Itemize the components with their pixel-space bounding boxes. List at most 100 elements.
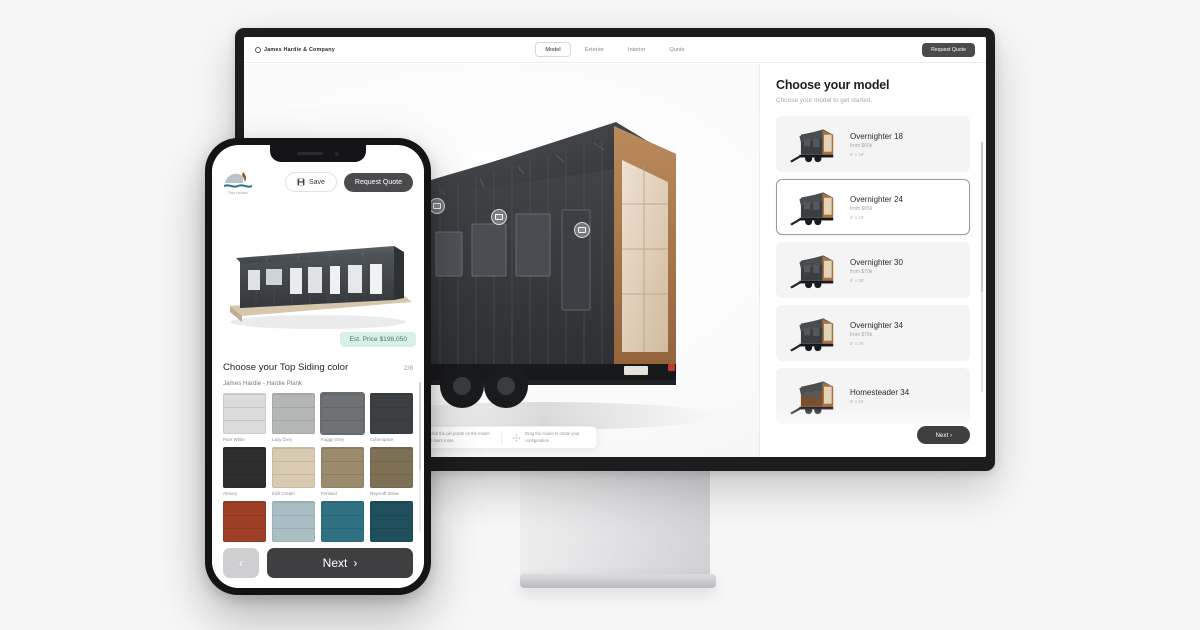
model-name: Overnighter 24: [850, 194, 903, 204]
swatch-pure-white[interactable]: Pure White: [223, 393, 266, 442]
model-dimensions: 8' x 18': [850, 151, 865, 157]
swatch-chip[interactable]: [321, 501, 364, 542]
save-button[interactable]: Save: [284, 172, 337, 192]
earpiece-speaker-icon: [297, 152, 323, 155]
model-card-overnighter-24[interactable]: Overnighter 24 from $65k 8' x 24': [776, 179, 970, 235]
swatch-armory[interactable]: Armory: [223, 447, 266, 496]
drag-icon: [512, 433, 520, 442]
model-card-homesteader-34[interactable]: Homesteader 34 8' x 34': [776, 368, 970, 424]
swatch-irish-cream[interactable]: Irish Cream: [272, 447, 315, 496]
desktop-brand-logo[interactable]: James Hardie & Company: [255, 47, 335, 53]
swatch-chip[interactable]: [370, 501, 413, 542]
hint-divider: [501, 431, 502, 444]
tiny-house-thumb-icon: [790, 255, 834, 289]
brand-mark-icon: [255, 46, 261, 53]
tab-quote[interactable]: Quote: [659, 42, 694, 57]
tiny-house-thumb-icon: [790, 192, 834, 226]
swatch-rust[interactable]: [223, 501, 266, 545]
swatch-teal[interactable]: [321, 501, 364, 545]
hotspot-window-mid[interactable]: [491, 209, 507, 225]
phone-screen: Tiny Homes Save Request Quote Est. Price…: [212, 145, 424, 588]
swatch-chip[interactable]: [370, 393, 413, 434]
tiny-house-thumb-icon: [790, 381, 834, 415]
swatch-foggy-grey[interactable]: Foggy Grey: [320, 392, 365, 442]
swatch-chip[interactable]: [321, 447, 364, 488]
phone-brand-logo[interactable]: Tiny Homes: [223, 170, 253, 195]
swatch-label: Pure White: [223, 437, 245, 442]
hotspot-door[interactable]: [574, 222, 590, 238]
swatch-lazy-grey[interactable]: Lazy Grey: [272, 393, 315, 442]
tab-interior[interactable]: Interior: [618, 42, 655, 57]
front-camera-icon: [335, 151, 339, 156]
swatch-dark-teal[interactable]: [370, 501, 413, 545]
model-dimensions: 8' x 24': [850, 214, 865, 220]
swatch-label: Cyberspace: [370, 437, 394, 442]
phone-mockup: Tiny Homes Save Request Quote Est. Price…: [205, 138, 431, 595]
model-card-overnighter-18[interactable]: Overnighter 18 from $60k 8' x 18': [776, 116, 970, 172]
desktop-request-quote-button[interactable]: Request Quote: [922, 42, 975, 57]
swatch-chip[interactable]: [223, 447, 266, 488]
swatch-raycroft-straw[interactable]: Raycroft Straw: [370, 447, 413, 496]
model-price: from $65k: [850, 206, 873, 212]
screenshot-stage: James Hardie & Company Model Exterior In…: [0, 0, 1200, 630]
model-info: Overnighter 30 from $70k 8' x 30': [850, 258, 903, 283]
floppy-disk-icon: [297, 178, 305, 186]
sidebar-subtitle: Choose your model to get started.: [776, 97, 873, 104]
model-list: Overnighter 18 from $60k 8' x 18' Overni…: [776, 116, 970, 424]
swatch-cyberspace[interactable]: Cyberspace: [370, 393, 413, 442]
model-card-overnighter-30[interactable]: Overnighter 30 from $70k 8' x 30': [776, 242, 970, 298]
model-thumbnail: [787, 376, 841, 416]
panel-header: Choose your Top Siding color 2/8: [212, 354, 424, 373]
hotspot-window-left[interactable]: [429, 198, 445, 214]
model-price: from $75k: [850, 332, 873, 338]
panel-title: Choose your Top Siding color: [223, 362, 349, 373]
model-price: from $70k: [850, 269, 873, 275]
phone-request-quote-button[interactable]: Request Quote: [343, 172, 413, 192]
swatch-chip[interactable]: [272, 393, 315, 434]
model-dimensions: 8' x 34': [850, 399, 865, 405]
tiny-house-thumb-icon: [790, 129, 834, 163]
phone-footer-nav: ‹ Next ›: [212, 548, 424, 578]
swatch-fenland[interactable]: Fenland: [321, 447, 364, 496]
color-swatch-grid: Pure White Lazy Grey Foggy Grey Cyberspa…: [212, 387, 424, 545]
next-label: Next: [322, 556, 348, 570]
model-dimensions: 8' x 30': [850, 277, 865, 283]
sidebar-next-label: Next: [935, 431, 949, 439]
model-thumbnail: [787, 313, 841, 353]
sidebar-scrollbar[interactable]: [981, 142, 983, 392]
model-name: Overnighter 30: [850, 257, 903, 267]
model-card-overnighter-34[interactable]: Overnighter 34 from $75k 8' x 34': [776, 305, 970, 361]
model-thumbnail: [787, 124, 841, 164]
phone-header-actions: Save Request Quote: [284, 172, 413, 192]
phone-model-viewer[interactable]: Est. Price $198,050: [212, 202, 424, 354]
swatch-chip[interactable]: [272, 447, 315, 488]
chevron-right-icon: ›: [949, 431, 952, 439]
chevron-left-icon: ‹: [239, 556, 243, 570]
swatch-chip[interactable]: [223, 501, 266, 542]
swatch-light-blue[interactable]: [272, 501, 315, 545]
save-label: Save: [308, 178, 325, 186]
swatch-label: Fenland: [321, 491, 337, 496]
tab-exterior[interactable]: Exterior: [575, 42, 614, 57]
panel-scrollbar[interactable]: [419, 382, 421, 532]
sidebar-next-button[interactable]: Next ›: [917, 426, 970, 444]
swatch-chip[interactable]: [272, 501, 315, 542]
swatch-label: Lazy Grey: [272, 437, 293, 442]
back-button[interactable]: ‹: [223, 548, 259, 578]
swatch-chip[interactable]: [320, 392, 365, 435]
swatch-chip[interactable]: [223, 393, 266, 434]
model-name: Homesteader 34: [850, 387, 910, 397]
model-info: Overnighter 34 from $75k 8' x 34': [850, 321, 903, 346]
model-info: Overnighter 24 from $65k 8' x 24': [850, 195, 903, 220]
desktop-tabs: Model Exterior Interior Quote: [244, 42, 986, 57]
tab-model[interactable]: Model: [535, 42, 571, 57]
viewer-hint-bar: Click the pin points on the model to lea…: [406, 426, 597, 449]
panel-step-counter: 2/8: [403, 365, 413, 372]
next-button[interactable]: Next ›: [267, 548, 413, 578]
estimated-price-badge: Est. Price $198,050: [340, 332, 416, 347]
panel-brand-line: James Hardie - Hardie Plank: [223, 380, 303, 387]
model-thumbnail: [787, 250, 841, 290]
app-top-bar: James Hardie & Company Model Exterior In…: [244, 37, 986, 63]
swatch-chip[interactable]: [370, 447, 413, 488]
wave-flame-logo-icon: [224, 171, 252, 188]
